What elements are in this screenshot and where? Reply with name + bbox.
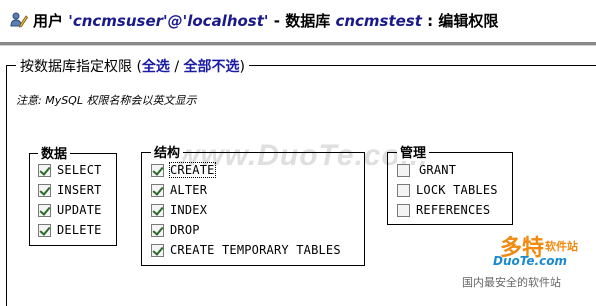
note-text: 注意: MySQL 权限名称会以英文显示 bbox=[16, 94, 197, 107]
index-checkbox[interactable] bbox=[151, 203, 164, 217]
select-checkbox[interactable] bbox=[38, 163, 51, 177]
references-label[interactable]: REFERENCES bbox=[416, 203, 490, 217]
user-edit-icon bbox=[10, 12, 28, 28]
privilege-row-lock-tables: LOCK TABLES bbox=[397, 181, 498, 199]
grant-label[interactable]: GRANT bbox=[419, 163, 456, 177]
title-prefix: 用户 bbox=[33, 12, 64, 30]
index-label[interactable]: INDEX bbox=[170, 203, 207, 217]
references-checkbox[interactable] bbox=[397, 203, 410, 217]
delete-label[interactable]: DELETE bbox=[57, 223, 102, 237]
page-header: 用户 'cncmsuser'@'localhost' - 数据库 cncmste… bbox=[0, 0, 596, 42]
privilege-row-delete: DELETE bbox=[38, 221, 102, 239]
insert-checkbox[interactable] bbox=[38, 183, 51, 197]
data-group-legend: 数据 bbox=[38, 143, 71, 162]
select-all-link[interactable]: 全选 bbox=[142, 59, 170, 75]
lock-tables-label[interactable]: LOCK TABLES bbox=[416, 183, 498, 197]
privilege-row-references: REFERENCES bbox=[397, 201, 490, 219]
legend-close-paren: ) bbox=[239, 59, 246, 75]
db-privileges-legend: 按数据库指定权限 (全选 / 全部不选) bbox=[16, 56, 250, 76]
create-label[interactable]: CREATE bbox=[169, 162, 216, 178]
duote-logo-url: DuoTe.com bbox=[493, 254, 567, 268]
drop-checkbox[interactable] bbox=[151, 223, 164, 237]
create-checkbox[interactable] bbox=[151, 163, 164, 177]
privilege-row-index: INDEX bbox=[151, 201, 207, 219]
insert-label[interactable]: INSERT bbox=[57, 183, 102, 197]
structure-group-legend: 结构 bbox=[151, 142, 184, 161]
privilege-row-select: SELECT bbox=[38, 161, 102, 179]
privilege-row-create: CREATE bbox=[151, 161, 216, 179]
header-divider-shadow bbox=[0, 45, 596, 46]
privilege-row-grant: GRANT bbox=[397, 161, 456, 179]
select-none-link[interactable]: 全部不选 bbox=[184, 59, 240, 75]
title-database: cncmstest bbox=[335, 12, 422, 30]
update-checkbox[interactable] bbox=[38, 203, 51, 217]
select-label[interactable]: SELECT bbox=[57, 163, 102, 177]
administration-group-legend: 管理 bbox=[397, 142, 430, 161]
title-user: 'cncmsuser'@'localhost' bbox=[68, 12, 269, 30]
update-label[interactable]: UPDATE bbox=[57, 203, 102, 217]
privilege-row-create-temporary-tables: CREATE TEMPORARY TABLES bbox=[151, 241, 341, 259]
duote-logo-slogan: 国内最安全的软件站 bbox=[462, 276, 561, 289]
alter-label[interactable]: ALTER bbox=[170, 183, 207, 197]
privilege-row-drop: DROP bbox=[151, 221, 200, 239]
privilege-row-update: UPDATE bbox=[38, 201, 102, 219]
title-sep-database: - 数据库 bbox=[273, 12, 331, 30]
title-sep-privileges: : 编辑权限 bbox=[427, 12, 499, 30]
privilege-row-alter: ALTER bbox=[151, 181, 207, 199]
legend-text: 按数据库指定权限 bbox=[20, 59, 132, 75]
alter-checkbox[interactable] bbox=[151, 183, 164, 197]
duote-logo-sub: 软件站 bbox=[545, 240, 578, 253]
grant-checkbox[interactable] bbox=[397, 163, 410, 177]
privilege-row-insert: INSERT bbox=[38, 181, 102, 199]
legend-slash: / bbox=[174, 59, 180, 75]
page-title: 用户 'cncmsuser'@'localhost' - 数据库 cncmste… bbox=[33, 10, 498, 31]
create-temporary-tables-checkbox[interactable] bbox=[151, 243, 164, 257]
drop-label[interactable]: DROP bbox=[170, 223, 200, 237]
lock-tables-checkbox[interactable] bbox=[397, 183, 410, 197]
create-temporary-tables-label[interactable]: CREATE TEMPORARY TABLES bbox=[170, 243, 341, 257]
delete-checkbox[interactable] bbox=[38, 223, 51, 237]
